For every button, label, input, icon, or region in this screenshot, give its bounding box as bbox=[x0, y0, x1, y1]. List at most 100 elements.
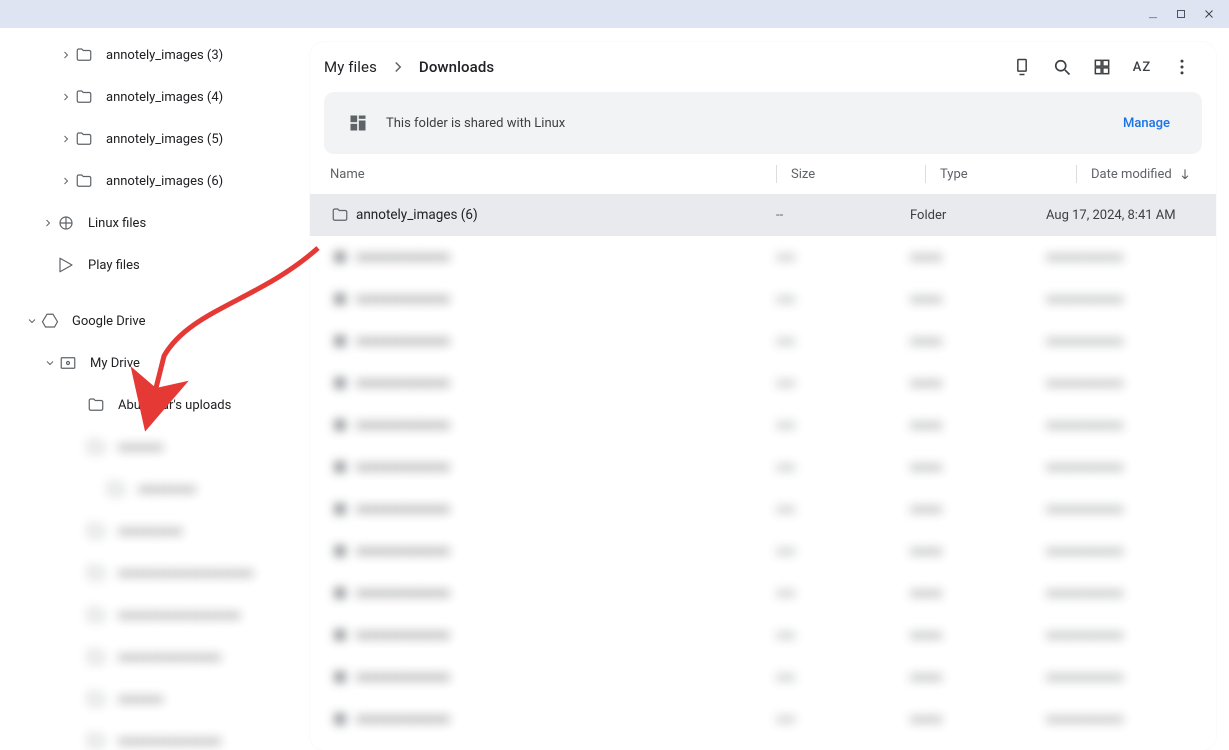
expand-icon[interactable] bbox=[58, 49, 74, 61]
table-row[interactable]: xxxxxxxxxxxxxxxxxxxxxxxxxxxxxxxxxx bbox=[310, 236, 1216, 278]
sidebar-item[interactable]: Abubakar's uploads bbox=[0, 384, 300, 426]
close-button[interactable] bbox=[1195, 3, 1223, 25]
table-row[interactable]: xxxxxxxxxxxxxxxxxxxxxxxxxxxxxxxxxx bbox=[310, 446, 1216, 488]
folder-icon bbox=[324, 206, 356, 224]
sidebar-item[interactable]: Google Drive bbox=[0, 300, 300, 342]
linux-icon bbox=[56, 214, 76, 232]
col-type[interactable]: Type bbox=[940, 167, 1076, 182]
banner-text: This folder is shared with Linux bbox=[386, 116, 1113, 131]
sidebar-item-label: My Drive bbox=[90, 356, 140, 371]
grid-view-button[interactable] bbox=[1082, 47, 1122, 87]
file-size: -- bbox=[776, 208, 910, 223]
table-row[interactable]: xxxxxxxxxxxxxxxxxxxxxxxxxxxxxxxxxx bbox=[310, 572, 1216, 614]
file-icon bbox=[324, 668, 356, 686]
table-row[interactable]: annotely_images (6)--FolderAug 17, 2024,… bbox=[310, 194, 1216, 236]
col-name[interactable]: Name bbox=[324, 167, 776, 182]
sidebar-item[interactable]: xxxxxxxxx bbox=[0, 468, 300, 510]
table-row[interactable]: xxxxxxxxxxxxxxxxxxxxxxxxxxxxxxxxxx bbox=[310, 320, 1216, 362]
minimize-button[interactable] bbox=[1139, 3, 1167, 25]
file-date: Aug 17, 2024, 8:41 AM bbox=[1046, 208, 1202, 223]
sidebar-item[interactable]: annotely_images (6) bbox=[0, 160, 300, 202]
file-icon bbox=[324, 332, 356, 350]
manage-link[interactable]: Manage bbox=[1113, 110, 1180, 137]
sort-desc-icon bbox=[1178, 167, 1192, 181]
sidebar-item[interactable]: xxxxxxx bbox=[0, 426, 300, 468]
toggle-pinned-button[interactable] bbox=[1002, 47, 1042, 87]
sidebar-item[interactable]: annotely_images (3) bbox=[0, 34, 300, 76]
folder-icon bbox=[74, 172, 94, 190]
maximize-button[interactable] bbox=[1167, 3, 1195, 25]
file-type: Folder bbox=[910, 208, 1046, 223]
folder-icon bbox=[86, 648, 106, 666]
file-icon bbox=[324, 542, 356, 560]
sidebar-item[interactable]: xxxxxxxxxx bbox=[0, 510, 300, 552]
sidebar-item[interactable]: xxxxxxxxxxxxxxxxxxx bbox=[0, 594, 300, 636]
sort-button[interactable]: AZ bbox=[1122, 47, 1162, 87]
col-date[interactable]: Date modified bbox=[1091, 167, 1202, 182]
table-row[interactable]: xxxxxxxxxxxxxxxxxxxxxxxxxxxxxxxxxx bbox=[310, 362, 1216, 404]
expand-icon[interactable] bbox=[58, 91, 74, 103]
sidebar-item[interactable]: My Drive bbox=[0, 342, 300, 384]
dashboard-icon bbox=[346, 111, 370, 135]
file-icon bbox=[324, 416, 356, 434]
sidebar-item-label: Abubakar's uploads bbox=[118, 398, 231, 413]
sidebar-item-label: Linux files bbox=[88, 216, 146, 231]
expand-icon[interactable] bbox=[24, 315, 40, 327]
column-headers: Name Size Type Date modified bbox=[310, 154, 1216, 194]
sidebar-item-label: Play files bbox=[88, 258, 140, 273]
expand-icon[interactable] bbox=[58, 175, 74, 187]
file-icon bbox=[324, 374, 356, 392]
mydrive-icon bbox=[58, 354, 78, 372]
folder-icon bbox=[86, 438, 106, 456]
file-icon bbox=[324, 584, 356, 602]
breadcrumb-current[interactable]: Downloads bbox=[419, 58, 494, 76]
file-icon bbox=[324, 458, 356, 476]
table-row[interactable]: xxxxxxxxxxxxxxxxxxxxxxxxxxxxxxxxxx bbox=[310, 656, 1216, 698]
folder-icon bbox=[74, 46, 94, 64]
file-name: annotely_images (6) bbox=[356, 207, 776, 223]
sidebar: annotely_images (3) annotely_images (4) an… bbox=[0, 28, 300, 750]
sidebar-item[interactable]: annotely_images (4) bbox=[0, 76, 300, 118]
sidebar-item-label: annotely_images (5) bbox=[106, 132, 223, 147]
sidebar-item[interactable]: annotely_images (5) bbox=[0, 118, 300, 160]
file-icon bbox=[324, 626, 356, 644]
sidebar-item[interactable]: Play files bbox=[0, 244, 300, 286]
breadcrumb-root[interactable]: My files bbox=[324, 58, 377, 76]
search-button[interactable] bbox=[1042, 47, 1082, 87]
toolbar: My files Downloads AZ bbox=[310, 42, 1216, 92]
play-icon bbox=[56, 256, 76, 274]
sidebar-item-label: Google Drive bbox=[72, 314, 145, 329]
folder-icon bbox=[74, 88, 94, 106]
chevron-right-icon bbox=[389, 58, 407, 76]
more-options-button[interactable] bbox=[1162, 47, 1202, 87]
linux-share-banner: This folder is shared with Linux Manage bbox=[324, 92, 1202, 154]
expand-icon[interactable] bbox=[58, 133, 74, 145]
sidebar-item[interactable]: Linux files bbox=[0, 202, 300, 244]
sidebar-item[interactable]: xxxxxxxxxxxxxxxx bbox=[0, 720, 300, 750]
folder-icon bbox=[86, 522, 106, 540]
titlebar bbox=[0, 0, 1229, 28]
expand-icon[interactable] bbox=[42, 357, 58, 369]
expand-icon[interactable] bbox=[40, 217, 56, 229]
table-row[interactable]: xxxxxxxxxxxxxxxxxxxxxxxxxxxxxxxxxx bbox=[310, 614, 1216, 656]
table-row[interactable]: xxxxxxxxxxxxxxxxxxxxxxxxxxxxxxxxxx bbox=[310, 404, 1216, 446]
folder-icon bbox=[86, 606, 106, 624]
file-icon bbox=[324, 290, 356, 308]
table-row[interactable]: xxxxxxxxxxxxxxxxxxxxxxxxxxxxxxxxxx bbox=[310, 278, 1216, 320]
table-row[interactable]: xxxxxxxxxxxxxxxxxxxxxxxxxxxxxxxxxx bbox=[310, 530, 1216, 572]
folder-icon bbox=[86, 690, 106, 708]
folder-icon bbox=[106, 480, 126, 498]
sidebar-item[interactable]: xxxxxxx bbox=[0, 678, 300, 720]
file-list: annotely_images (6)--FolderAug 17, 2024,… bbox=[310, 194, 1216, 750]
sidebar-item-label: annotely_images (3) bbox=[106, 48, 223, 63]
sidebar-item[interactable]: xxxxxxxxxxxxxxxxxxxxx bbox=[0, 552, 300, 594]
table-row[interactable]: xxxxxxxxxxxxxxxxxxxxxxxxxxxxxxxxxx bbox=[310, 698, 1216, 740]
table-row[interactable]: xxxxxxxxxxxxxxxxxxxxxxxxxxxxxxxxxx bbox=[310, 488, 1216, 530]
drive-icon bbox=[40, 312, 60, 330]
col-size[interactable]: Size bbox=[791, 167, 925, 182]
main-area: My files Downloads AZ bbox=[300, 28, 1229, 750]
sidebar-item[interactable]: xxxxxxxxxxxxxxxx bbox=[0, 636, 300, 678]
sidebar-item-label: annotely_images (6) bbox=[106, 174, 223, 189]
file-icon bbox=[324, 710, 356, 728]
folder-icon bbox=[74, 130, 94, 148]
